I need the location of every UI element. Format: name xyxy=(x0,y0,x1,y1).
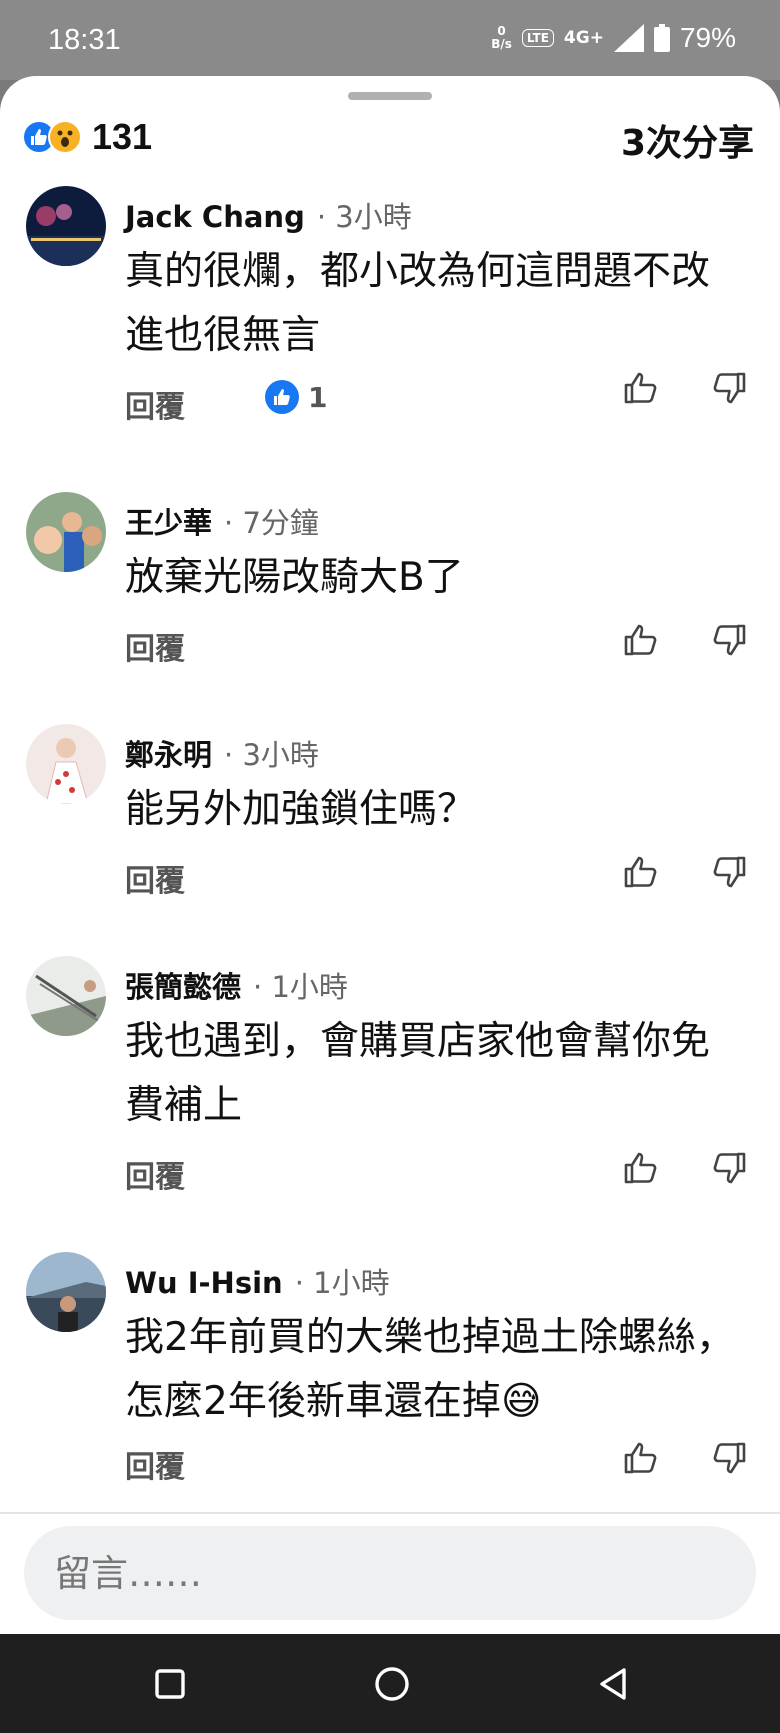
share-count[interactable]: 3次分享 xyxy=(621,114,754,166)
home-circle-icon[interactable] xyxy=(362,1654,422,1714)
network-type: 4G+ xyxy=(563,28,604,48)
avatar[interactable] xyxy=(26,1252,106,1332)
reply-button[interactable]: 回覆 xyxy=(125,856,185,900)
comment-header: 鄭永明 · 3小時 xyxy=(125,732,319,774)
commenter-name[interactable]: Jack Chang xyxy=(125,200,305,234)
comment-text: 真的很爛，都小改為何這問題不改進也很無言 xyxy=(125,249,711,358)
net-speed: 0 B/s xyxy=(491,25,512,51)
battery-icon xyxy=(653,24,670,52)
like-icon xyxy=(265,380,299,414)
comment-text: 我也遇到，會購買店家他會幫你免費補上 xyxy=(125,1019,711,1128)
comment-input[interactable] xyxy=(52,1550,706,1596)
reaction-summary[interactable]: 131 xyxy=(22,116,152,158)
signal-icon xyxy=(613,24,644,52)
downvote-icon[interactable] xyxy=(710,1438,750,1478)
status-icons: 0 B/s LTE 4G+ 79% xyxy=(491,22,736,54)
comment-likes[interactable]: 1 xyxy=(265,380,327,414)
avatar[interactable] xyxy=(26,956,106,1036)
upvote-icon[interactable] xyxy=(620,620,660,660)
upvote-icon[interactable] xyxy=(620,1438,660,1478)
comment-time: · 1小時 xyxy=(253,970,348,1004)
reply-button[interactable]: 回覆 xyxy=(125,624,185,668)
system-nav-bar xyxy=(0,1634,780,1733)
net-speed-unit: B/s xyxy=(491,37,512,51)
comment-text: 放棄光陽改騎大B了 xyxy=(125,555,464,600)
downvote-icon[interactable] xyxy=(710,852,750,892)
comment-text: 能另外加強鎖住嗎？ xyxy=(125,787,477,832)
comment-header: Wu I-Hsin · 1小時 xyxy=(125,1260,390,1302)
commenter-name[interactable]: Wu I-Hsin xyxy=(125,1266,283,1300)
status-time: 18:31 xyxy=(48,24,121,56)
comment-composer[interactable] xyxy=(24,1526,756,1620)
comment-header: 王少華 · 7分鐘 xyxy=(125,500,319,542)
reaction-count: 131 xyxy=(92,116,153,157)
comment-header: Jack Chang · 3小時 xyxy=(125,194,412,236)
upvote-icon[interactable] xyxy=(620,1148,660,1188)
downvote-icon[interactable] xyxy=(710,368,750,408)
comment-text: 我2年前買的大樂也掉過土除螺絲，怎麼2年後新車還在掉😅 xyxy=(125,1315,735,1424)
battery-percent: 79% xyxy=(679,22,736,53)
downvote-icon[interactable] xyxy=(710,1148,750,1188)
back-triangle-icon[interactable] xyxy=(584,1654,644,1714)
wow-icon xyxy=(48,120,82,154)
comment-time: · 1小時 xyxy=(294,1266,390,1300)
composer-divider xyxy=(0,1512,780,1514)
comment-header: 張簡懿德 · 1小時 xyxy=(125,964,348,1006)
avatar[interactable] xyxy=(26,724,106,804)
comment-time: · 3小時 xyxy=(224,738,319,772)
commenter-name[interactable]: 張簡懿德 xyxy=(125,964,241,1006)
avatar[interactable] xyxy=(26,492,106,572)
comment-like-count: 1 xyxy=(308,380,328,414)
reply-button[interactable]: 回覆 xyxy=(125,1442,185,1486)
recents-square-icon[interactable] xyxy=(140,1654,200,1714)
commenter-name[interactable]: 鄭永明 xyxy=(125,732,212,774)
comments-sheet: 131 3次分享 Jack Chang · 3小時 真的很爛，都小改為何這問題不… xyxy=(0,76,780,1634)
upvote-icon[interactable] xyxy=(620,368,660,408)
reply-button[interactable]: 回覆 xyxy=(125,1152,185,1196)
comment-time: · 7分鐘 xyxy=(224,506,319,540)
reply-button[interactable]: 回覆 xyxy=(125,382,185,426)
drag-handle[interactable] xyxy=(348,92,432,100)
status-bar: 18:31 0 B/s LTE 4G+ 79% xyxy=(0,0,780,80)
upvote-icon[interactable] xyxy=(620,852,660,892)
avatar[interactable] xyxy=(26,186,106,266)
volte-icon: LTE xyxy=(521,29,554,47)
downvote-icon[interactable] xyxy=(710,620,750,660)
comment-time: · 3小時 xyxy=(316,200,412,234)
commenter-name[interactable]: 王少華 xyxy=(125,500,212,542)
